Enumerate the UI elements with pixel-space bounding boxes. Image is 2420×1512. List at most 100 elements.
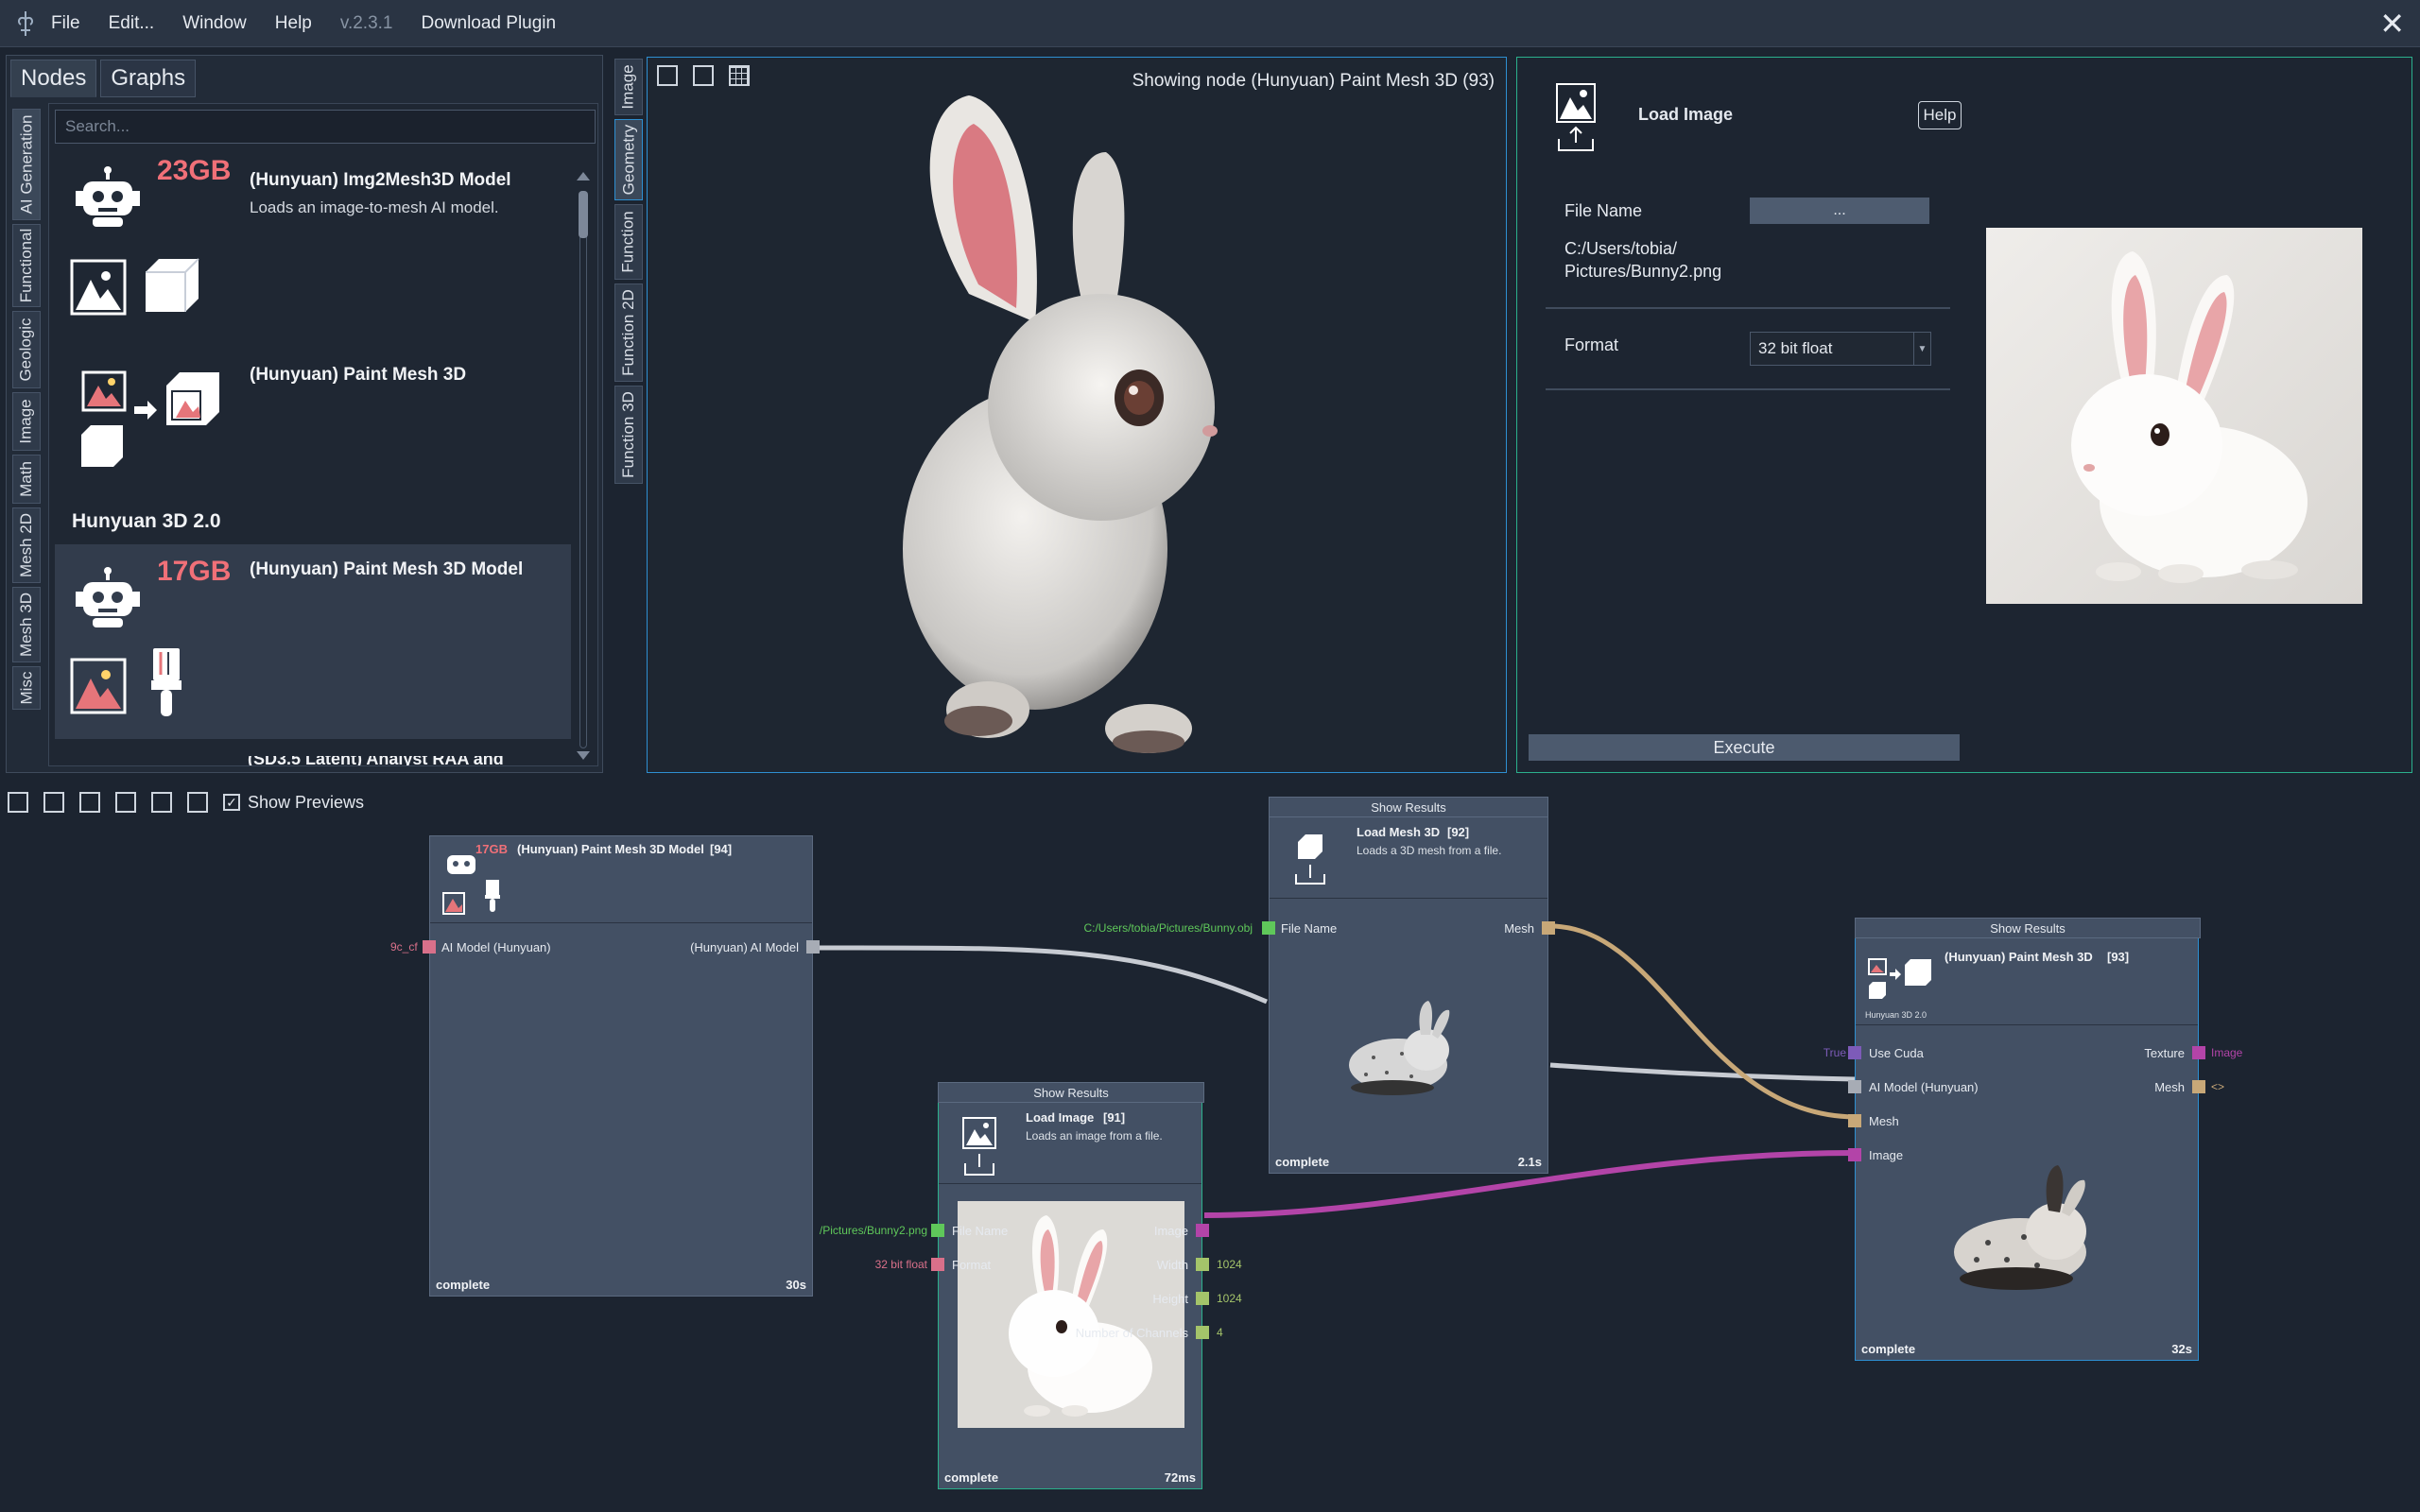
menu-window[interactable]: Window [182,13,247,34]
vtab-view-image[interactable]: Image [614,59,643,115]
graph-node-paint-mesh-3d-model[interactable]: 17GB (Hunyuan) Paint Mesh 3D Model [94] … [390,835,820,1297]
node-graph[interactable]: 17GB (Hunyuan) Paint Mesh 3D Model [94] … [0,794,2420,1512]
node-item-partial: (SD3.5 Latent) Analyst RAA and [248,756,504,765]
vtab-view-function[interactable]: Function [614,204,643,280]
node-item-paint-mesh-3d[interactable]: Hunyuan 3D 2.0 (Hunyuan) Paint Mesh 3D [55,350,571,544]
vtab-mesh-3d[interactable]: Mesh 3D [12,587,41,662]
tab-nodes[interactable]: Nodes [10,60,97,97]
vtab-view-function-2d[interactable]: Function 2D [614,284,643,382]
node-item-caption: Hunyuan 3D 2.0 [72,510,221,532]
port-label: Height [1152,1292,1188,1306]
graph-node-desc: Loads a 3D mesh from a file. [1357,844,1502,857]
scroll-down-icon[interactable] [577,751,590,760]
port-value: C:/Users/tobia/Pictures/Bunny.obj [1083,921,1253,935]
vtab-math[interactable]: Math [12,455,41,504]
port-label: Mesh [2154,1080,2185,1094]
port-file-name-in[interactable] [931,1224,944,1237]
port-mesh-out[interactable] [2192,1080,2205,1093]
reset-view-icon[interactable] [693,65,714,86]
vtab-misc[interactable]: Misc [12,666,41,710]
port-label: (Hunyuan) AI Model [690,940,799,954]
port-value: Image [2211,1046,2243,1059]
port-file-name-in[interactable] [1262,921,1275,935]
port-value: /Pictures/Bunny2.png [819,1224,927,1237]
port-label: Mesh [1869,1114,1899,1128]
port-channels-out[interactable] [1196,1326,1209,1339]
port-ai-model-in[interactable] [423,940,436,954]
brush-icon [151,648,182,716]
port-mesh-in[interactable] [1848,1114,1861,1127]
vtab-ai-generation[interactable]: AI Generation [12,109,41,220]
port-format-in[interactable] [931,1258,944,1271]
menu-help[interactable]: Help [275,13,312,34]
node-item-img2mesh3d-model[interactable]: 23GB (Hunyuan) Img2Mesh3D Model Loads an… [55,155,571,350]
port-value: 1024 [1217,1258,1242,1271]
node-status: complete [1861,1342,1916,1356]
format-select[interactable]: 32 bit float ▼ [1750,332,1931,366]
port-value: <> [2211,1080,2225,1093]
vtab-functional[interactable]: Functional [12,224,41,307]
port-ai-model-out[interactable] [806,940,820,954]
graph-node-title: Load Image [1026,1110,1095,1125]
memory-badge: 17GB [157,556,232,587]
port-label: Mesh [1504,921,1534,936]
port-label: Texture [2144,1046,2185,1060]
port-image-out[interactable] [1196,1224,1209,1237]
port-height-out[interactable] [1196,1292,1209,1305]
show-results-button[interactable]: Show Results [1855,918,2201,938]
port-label: Width [1156,1258,1188,1272]
graph-node-paint-mesh-3d[interactable]: Show Results Hunyuan 3D 2.0 (Hunyuan) Pa… [1824,918,2242,1361]
file-path-line2: Pictures/Bunny2.png [1564,262,1722,281]
graph-node-id: [91] [1103,1110,1126,1125]
port-image-in[interactable] [1848,1148,1861,1161]
load-mesh-icon [1295,834,1325,885]
nodes-panel: Nodes Graphs AI Generation Functional Ge… [6,55,603,773]
browse-button[interactable]: ... [1750,198,1929,224]
chevron-down-icon[interactable]: ▼ [1913,333,1930,365]
graph-node-desc: Loads an image from a file. [1026,1129,1163,1143]
scroll-up-icon[interactable] [577,172,590,180]
help-button[interactable]: Help [1918,101,1962,129]
node-time: 32s [2171,1342,2192,1356]
port-mesh-out[interactable] [1542,921,1555,935]
node-list: 23GB (Hunyuan) Img2Mesh3D Model Loads an… [48,103,598,766]
graph-node-load-image[interactable]: Show Results Load Image [91] Loads an im… [820,1082,1242,1489]
robot-icon [76,567,140,627]
vtab-mesh-2d[interactable]: Mesh 2D [12,507,41,583]
close-icon[interactable]: ✕ [2379,6,2405,42]
file-name-label: File Name [1564,201,1643,220]
port-use-cuda-in[interactable] [1848,1046,1861,1059]
scroll-thumb[interactable] [579,191,588,238]
execute-button[interactable]: Execute [1529,734,1960,761]
tab-graphs[interactable]: Graphs [100,60,197,97]
port-label: Format [952,1258,992,1272]
brush-icon [485,880,500,912]
menu-edit[interactable]: Edit... [109,13,155,34]
vtab-view-geometry[interactable]: Geometry [614,119,643,200]
menu-file[interactable]: File [51,13,80,34]
graph-node-load-mesh-3d[interactable]: Show Results Load Mesh 3D [92] Loads a 3… [1083,797,1555,1174]
port-label: Number of Channels [1075,1326,1188,1340]
props-title: Load Image [1638,105,1734,124]
fit-view-icon[interactable] [657,65,678,86]
image-preview [1986,228,2362,604]
menu-download-plugin[interactable]: Download Plugin [422,13,557,34]
port-width-out[interactable] [1196,1258,1209,1271]
show-results-button[interactable]: Show Results [1269,797,1548,817]
graph-node-title: (Hunyuan) Paint Mesh 3D Model [517,842,704,856]
node-list-scrollbar[interactable] [577,163,590,760]
3d-viewport[interactable]: Showing node (Hunyuan) Paint Mesh 3D (93… [647,57,1507,773]
search-input[interactable] [55,110,596,144]
vtab-image[interactable]: Image [12,392,41,451]
port-ai-model-in[interactable] [1848,1080,1861,1093]
vtab-geologic[interactable]: Geologic [12,311,41,388]
memory-badge: 23GB [157,155,232,186]
grid-icon[interactable] [729,65,750,86]
vtab-view-function-3d[interactable]: Function 3D [614,386,643,484]
show-results-button[interactable]: Show Results [938,1082,1204,1103]
node-item-paint-mesh-3d-model[interactable]: 17GB (Hunyuan) Paint Mesh 3D Model [55,544,571,739]
port-texture-out[interactable] [2192,1046,2205,1059]
node-item-desc: Loads an image-to-mesh AI model. [250,198,499,216]
category-tabs: AI Generation Functional Geologic Image … [12,109,41,713]
menu-bar: File Edit... Window Help v.2.3.1 Downloa… [0,0,2420,47]
